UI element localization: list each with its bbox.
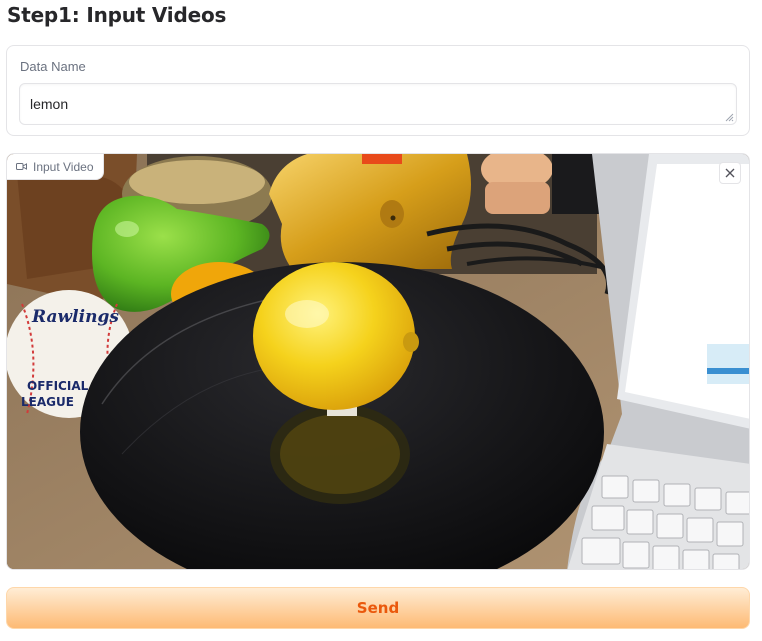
ball-brand-text: Rawlings — [31, 307, 119, 327]
data-name-value: lemon — [30, 96, 69, 112]
send-button[interactable]: Send — [6, 587, 750, 629]
step-title: Step1: Input Videos — [7, 3, 227, 27]
input-video-label-text: Input Video — [33, 159, 94, 174]
input-video-label: Input Video — [7, 154, 104, 180]
close-video-button[interactable] — [719, 162, 741, 184]
data-name-input[interactable]: lemon — [19, 83, 737, 125]
data-name-block: Data Name lemon — [6, 45, 750, 136]
ball-text-league: LEAGUE — [21, 395, 74, 409]
data-name-label: Data Name — [20, 59, 86, 74]
video-camera-icon — [16, 163, 27, 170]
close-icon — [725, 168, 735, 178]
video-frame: Rawlings OFFICIAL LEAGUE — [7, 154, 749, 569]
resize-grip-icon[interactable] — [725, 113, 734, 122]
ball-text-official: OFFICIAL — [27, 379, 89, 393]
input-video-player[interactable]: Input Video Rawlings OFFICIAL LEAGUE — [6, 153, 750, 570]
